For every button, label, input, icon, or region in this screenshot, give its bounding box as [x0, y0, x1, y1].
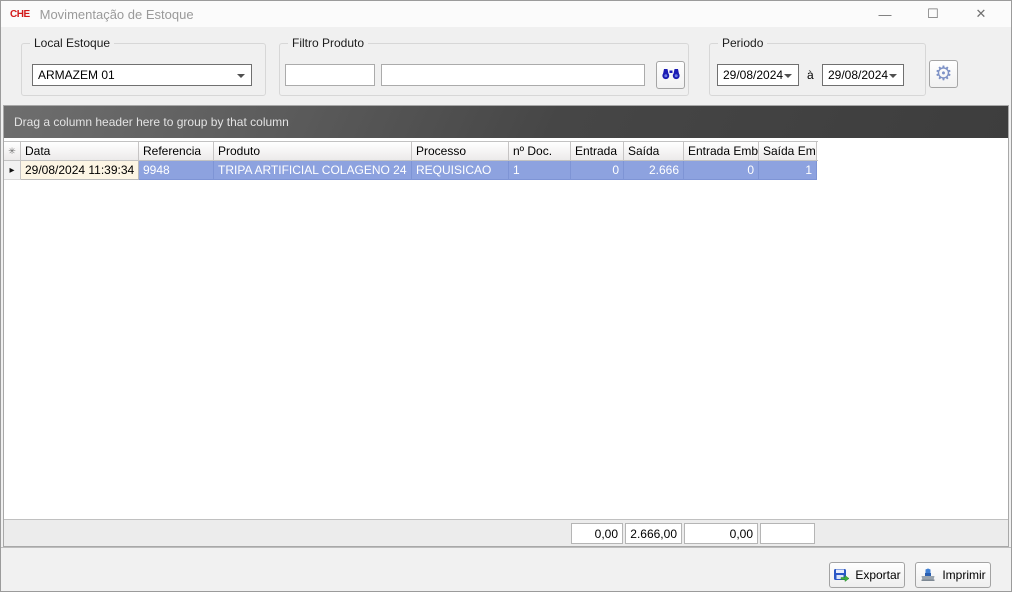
close-button[interactable]: ✕	[957, 1, 1005, 27]
indicator-column-header: ✳	[4, 142, 21, 160]
produto-name-input[interactable]	[381, 64, 645, 86]
cell-produto[interactable]: TRIPA ARTIFICIAL COLAGENO 24	[214, 161, 412, 180]
print-button[interactable]: Imprimir	[915, 562, 991, 588]
cell-saida[interactable]: 2.666	[624, 161, 684, 180]
cell-referencia[interactable]: 9948	[139, 161, 214, 180]
row-indicator: ▸	[4, 161, 21, 180]
export-icon	[833, 568, 849, 583]
title-bar: CHE Movimentação de Estoque — ☐ ✕	[1, 1, 1011, 27]
column-header-entrada[interactable]: Entrada	[571, 142, 624, 160]
cell-entrada[interactable]: 0	[571, 161, 624, 180]
date-from-value: 29/08/2024	[723, 68, 783, 82]
group-by-panel[interactable]: Drag a column header here to group by th…	[4, 106, 1008, 138]
group-filtro-produto: Filtro Produto	[279, 43, 689, 96]
total-saida: 2.666,00	[625, 523, 682, 544]
table-row[interactable]: ▸ 29/08/2024 11:39:34 9948 TRIPA ARTIFIC…	[4, 161, 818, 180]
group-by-hint: Drag a column header here to group by th…	[14, 115, 289, 129]
date-to-value: 29/08/2024	[828, 68, 888, 82]
asterisk-icon: ✳	[8, 146, 16, 157]
cell-data[interactable]: 29/08/2024 11:39:34	[21, 161, 139, 180]
window-title: Movimentação de Estoque	[40, 7, 194, 22]
local-estoque-value: ARMAZEM 01	[38, 68, 115, 82]
column-header-row: ✳ Data Referencia Produto Processo nº Do…	[4, 141, 818, 161]
toolbar: Local Estoque ARMAZEM 01 Filtro Produto	[1, 27, 1011, 105]
column-header-produto[interactable]: Produto	[214, 142, 412, 160]
binoculars-icon	[662, 66, 680, 85]
column-header-processo[interactable]: Processo	[412, 142, 509, 160]
date-to-picker[interactable]: 29/08/2024	[822, 64, 904, 86]
column-header-data[interactable]: Data	[21, 142, 139, 160]
gear-icon: ⚙	[935, 64, 953, 84]
total-saida-emb	[760, 523, 815, 544]
row-arrow-icon: ▸	[9, 165, 14, 176]
cell-processo[interactable]: REQUISICAO	[412, 161, 509, 180]
total-entrada-emb: 0,00	[684, 523, 758, 544]
app-window: CHE Movimentação de Estoque — ☐ ✕ Local …	[0, 0, 1012, 592]
column-header-referencia[interactable]: Referencia	[139, 142, 214, 160]
search-button[interactable]	[656, 61, 685, 89]
local-estoque-combobox[interactable]: ARMAZEM 01	[32, 64, 252, 86]
column-header-ndoc[interactable]: nº Doc.	[509, 142, 571, 160]
print-button-label: Imprimir	[942, 568, 985, 582]
column-header-saida[interactable]: Saída	[624, 142, 684, 160]
stock-movement-grid: Drag a column header here to group by th…	[3, 105, 1009, 547]
chevron-down-icon	[237, 74, 245, 78]
grid-viewport: ✳ Data Referencia Produto Processo nº Do…	[4, 138, 1008, 519]
total-entrada: 0,00	[571, 523, 623, 544]
cell-entrada-emb[interactable]: 0	[684, 161, 759, 180]
column-header-saida-emb[interactable]: Saída Emb.	[759, 142, 817, 160]
export-button[interactable]: Exportar	[829, 562, 905, 588]
cell-saida-emb[interactable]: 1	[759, 161, 817, 180]
app-logo-icon: CHE	[10, 9, 30, 20]
date-separator-label: à	[807, 68, 814, 82]
minimize-button[interactable]: —	[861, 1, 909, 27]
chevron-down-icon	[889, 74, 897, 78]
group-periodo: Periodo 29/08/2024 à 29/08/2024	[709, 43, 926, 96]
cell-ndoc[interactable]: 1	[509, 161, 571, 180]
printer-icon	[920, 568, 936, 582]
summary-footer: 0,00 2.666,00 0,00	[4, 519, 1008, 546]
date-from-picker[interactable]: 29/08/2024	[717, 64, 799, 86]
window-controls: — ☐ ✕	[861, 1, 1005, 27]
group-local-estoque: Local Estoque ARMAZEM 01	[21, 43, 266, 96]
export-button-label: Exportar	[855, 568, 900, 582]
settings-button[interactable]: ⚙	[929, 60, 958, 88]
produto-code-input[interactable]	[285, 64, 375, 86]
maximize-button[interactable]: ☐	[909, 1, 957, 27]
bottom-panel: Exportar Imprimir	[1, 547, 1011, 591]
periodo-label: Periodo	[718, 36, 767, 50]
column-header-entrada-emb[interactable]: Entrada Emb.	[684, 142, 759, 160]
chevron-down-icon	[784, 74, 792, 78]
filtro-produto-label: Filtro Produto	[288, 36, 368, 50]
local-estoque-label: Local Estoque	[30, 36, 114, 50]
